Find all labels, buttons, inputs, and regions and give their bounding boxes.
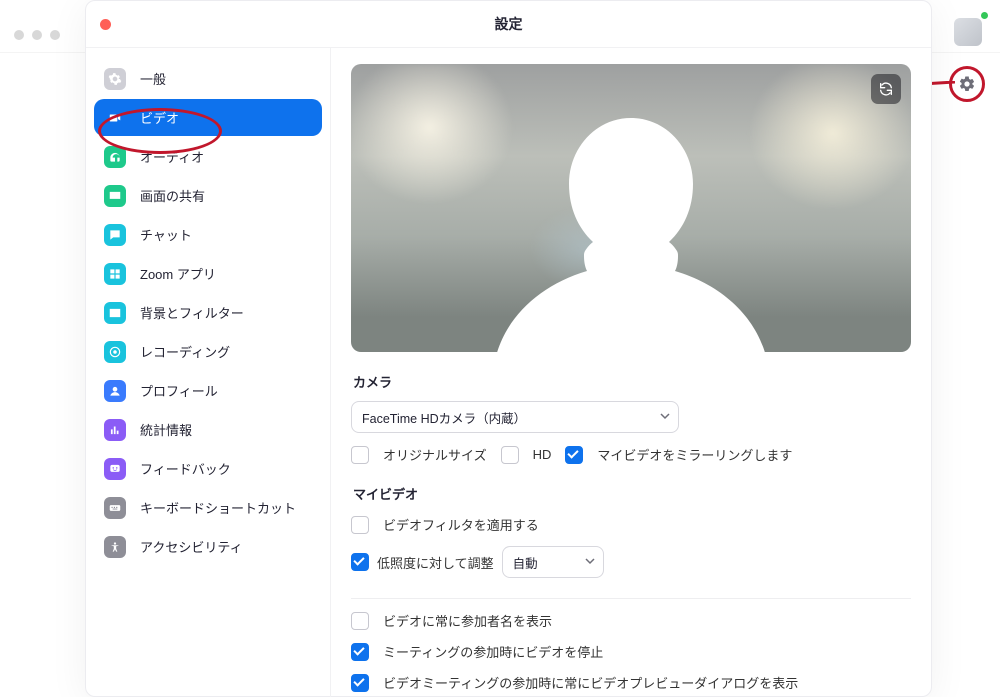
record-icon bbox=[104, 341, 126, 363]
mirror-video-label: マイビデオをミラーリングします bbox=[597, 445, 792, 464]
sidebar-item-label: 画面の共有 bbox=[140, 186, 205, 205]
sidebar-item-label: ビデオ bbox=[140, 108, 179, 127]
sidebar-item-label: 背景とフィルター bbox=[140, 303, 244, 322]
sidebar-item-label: プロフィール bbox=[140, 381, 218, 400]
sidebar-item-9[interactable]: 統計情報 bbox=[94, 411, 322, 448]
sidebar-item-label: キーボードショートカット bbox=[140, 498, 296, 517]
video-preview bbox=[351, 64, 911, 352]
headphones-icon bbox=[104, 146, 126, 168]
my-video-section-label: マイビデオ bbox=[353, 484, 911, 503]
sidebar-item-11[interactable]: キーボードショートカット bbox=[94, 489, 322, 526]
apps-icon bbox=[104, 263, 126, 285]
sidebar-item-label: オーディオ bbox=[140, 147, 204, 166]
stop-video-on-join-label: ミーティングの参加時にビデオを停止 bbox=[383, 642, 603, 661]
camera-select[interactable]: FaceTime HDカメラ（内蔵） bbox=[351, 401, 679, 433]
share-screen-icon bbox=[104, 185, 126, 207]
camera-select-value: FaceTime HDカメラ（内蔵） bbox=[362, 408, 526, 427]
sidebar-item-label: Zoom アプリ bbox=[140, 264, 216, 283]
camera-section-label: カメラ bbox=[353, 372, 911, 391]
video-filter-checkbox[interactable] bbox=[351, 516, 369, 534]
background-icon bbox=[104, 302, 126, 324]
display-name-checkbox[interactable] bbox=[351, 612, 369, 630]
settings-modal: 設定 一般ビデオオーディオ画面の共有チャット Zoom アプリ背景とフィルターレコ… bbox=[85, 0, 932, 697]
low-light-label: 低照度に対して調整 bbox=[377, 553, 494, 572]
sidebar-item-5[interactable]: Zoom アプリ bbox=[94, 255, 322, 292]
settings-sidebar: 一般ビデオオーディオ画面の共有チャット Zoom アプリ背景とフィルターレコーディ… bbox=[86, 48, 331, 697]
sidebar-item-1[interactable]: ビデオ bbox=[94, 99, 322, 136]
video-filter-label: ビデオフィルタを適用する bbox=[383, 515, 539, 534]
feedback-icon bbox=[104, 458, 126, 480]
sidebar-item-8[interactable]: プロフィール bbox=[94, 372, 322, 409]
toolbar-avatar-tile[interactable] bbox=[954, 18, 982, 46]
sidebar-item-4[interactable]: チャット bbox=[94, 216, 322, 253]
stats-icon bbox=[104, 419, 126, 441]
sidebar-item-12[interactable]: アクセシビリティ bbox=[94, 528, 322, 565]
display-name-label: ビデオに常に参加者名を表示 bbox=[383, 611, 552, 630]
sidebar-item-7[interactable]: レコーディング bbox=[94, 333, 322, 370]
sidebar-item-10[interactable]: フィードバック bbox=[94, 450, 322, 487]
sidebar-item-label: チャット bbox=[140, 225, 192, 244]
sidebar-item-0[interactable]: 一般 bbox=[94, 60, 322, 97]
chevron-down-icon bbox=[585, 555, 595, 569]
gear-icon bbox=[104, 68, 126, 90]
low-light-checkbox[interactable] bbox=[351, 553, 369, 571]
hd-label: HD bbox=[533, 447, 552, 462]
chat-icon bbox=[104, 224, 126, 246]
sidebar-item-label: 統計情報 bbox=[140, 420, 192, 439]
sidebar-item-label: 一般 bbox=[140, 69, 166, 88]
original-size-checkbox[interactable] bbox=[351, 446, 369, 464]
accessibility-icon bbox=[104, 536, 126, 558]
original-size-label: オリジナルサイズ bbox=[383, 445, 487, 464]
mirror-video-checkbox[interactable] bbox=[565, 446, 583, 464]
stop-video-on-join-checkbox[interactable] bbox=[351, 643, 369, 661]
video-icon bbox=[104, 107, 126, 129]
low-light-mode-select[interactable]: 自動 bbox=[502, 546, 604, 578]
presence-dot-icon bbox=[981, 12, 988, 19]
chevron-down-icon bbox=[660, 410, 670, 424]
sidebar-item-3[interactable]: 画面の共有 bbox=[94, 177, 322, 214]
rotate-camera-button[interactable] bbox=[871, 74, 901, 104]
modal-title: 設定 bbox=[86, 1, 931, 47]
low-light-mode-value: 自動 bbox=[513, 553, 538, 572]
divider bbox=[351, 598, 911, 599]
sidebar-item-label: フィードバック bbox=[140, 459, 231, 478]
modal-titlebar: 設定 bbox=[86, 1, 931, 48]
settings-content: カメラ FaceTime HDカメラ（内蔵） オリジナルサイズ HD マイビデオ… bbox=[331, 48, 931, 697]
preview-dialog-checkbox[interactable] bbox=[351, 674, 369, 692]
outer-window-traffic-lights bbox=[14, 30, 60, 40]
sidebar-item-label: アクセシビリティ bbox=[140, 537, 243, 556]
avatar-silhouette-icon bbox=[491, 100, 771, 352]
sidebar-item-6[interactable]: 背景とフィルター bbox=[94, 294, 322, 331]
preview-dialog-label: ビデオミーティングの参加時に常にビデオプレビューダイアログを表示 bbox=[383, 673, 798, 692]
hd-checkbox[interactable] bbox=[501, 446, 519, 464]
keyboard-icon bbox=[104, 497, 126, 519]
profile-icon bbox=[104, 380, 126, 402]
sidebar-item-2[interactable]: オーディオ bbox=[94, 138, 322, 175]
sidebar-item-label: レコーディング bbox=[140, 342, 230, 361]
